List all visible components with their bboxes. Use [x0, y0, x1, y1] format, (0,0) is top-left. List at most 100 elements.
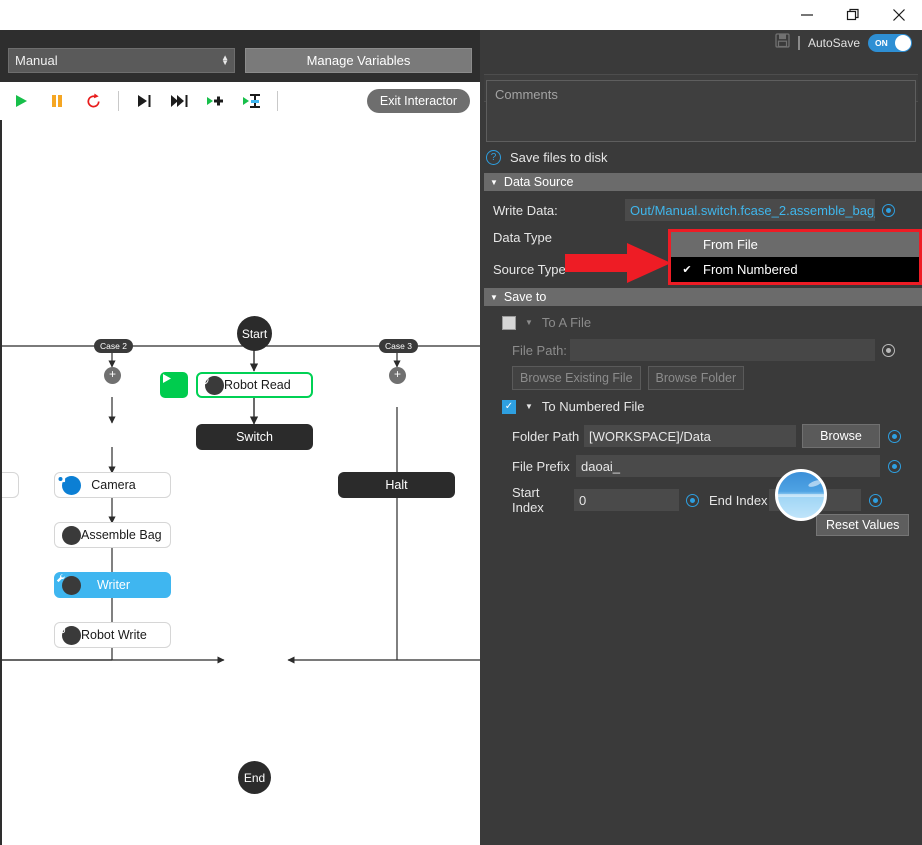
maximize-icon[interactable] [830, 0, 876, 30]
reset-values-button[interactable]: Reset Values [816, 514, 910, 536]
exit-interactor-button[interactable]: Exit Interactor [366, 89, 470, 113]
case-label-3: Case 3 [379, 339, 418, 353]
step-out-icon[interactable] [241, 90, 263, 112]
graph-node-writer-label: Writer [96, 578, 131, 592]
toolbar-divider [118, 91, 119, 111]
step-fast-icon[interactable] [169, 90, 191, 112]
start-index-target-icon[interactable] [686, 493, 699, 507]
run-node-badge[interactable] [160, 372, 188, 398]
graph-node-assemble-bag-label: Assemble Bag [81, 528, 162, 542]
chevron-down-icon: ▼ [490, 177, 498, 187]
graph-node-camera-label: Camera [91, 478, 136, 492]
source-type-dropdown-menu[interactable]: From File ✔ From Numbered [668, 229, 922, 285]
folder-path-input[interactable]: [WORKSPACE]/Data [584, 425, 796, 447]
graph-node-camera[interactable]: Camera [54, 472, 171, 498]
graph-node-start[interactable]: Start [237, 316, 272, 351]
case-label-2: Case 2 [94, 339, 133, 353]
folder-path-row: Folder Path [WORKSPACE]/Data Browse [512, 424, 917, 448]
end-index-target-icon[interactable] [869, 493, 882, 507]
reset-loop-icon[interactable] [82, 90, 104, 112]
data-type-row: Data Type [493, 230, 552, 245]
end-index-label: End Index [709, 492, 768, 508]
to-numbered-file-label: To Numbered File [541, 399, 645, 414]
annotation-arrow-icon [565, 243, 671, 283]
mode-toolbar: Manual ▲ ▼ Manage Variables [0, 44, 480, 76]
mode-select-value: Manual [15, 52, 58, 68]
spinner-arrows-icon: ▲ ▼ [221, 53, 230, 67]
to-numbered-file-row: ✓ ▼ To Numbered File [502, 399, 645, 414]
graph-node-partial-label: e [2, 478, 18, 492]
start-index-label: Start Index [512, 485, 544, 515]
section-header-data-source[interactable]: ▼ Data Source [484, 173, 922, 191]
manage-variables-button[interactable]: Manage Variables [245, 47, 472, 73]
graph-node-end-label: End [243, 770, 266, 785]
mode-select[interactable]: Manual ▲ ▼ [8, 47, 236, 73]
browse-existing-file-button[interactable]: Browse Existing File [512, 366, 641, 390]
source-type-label: Source Type [493, 262, 566, 277]
data-type-label: Data Type [493, 230, 553, 245]
section-header-save-to[interactable]: ▼ Save to [484, 288, 922, 306]
write-data-target-icon[interactable] [882, 203, 895, 217]
dropdown-item-from-numbered[interactable]: ✔ From Numbered [671, 257, 919, 282]
autosave-toggle-knob [895, 35, 911, 51]
graph-node-assemble-bag[interactable]: Assemble Bag [54, 522, 171, 548]
autosave-toggle[interactable]: ON [868, 34, 912, 52]
to-a-file-row: ▼ To A File [502, 315, 591, 330]
graph-node-start-label: Start [241, 326, 268, 341]
file-prefix-row: File Prefix daoai_ [512, 455, 917, 477]
play-icon[interactable] [10, 90, 32, 112]
graph-node-partial[interactable]: e [2, 472, 19, 498]
browse-buttons-row: Browse Existing File Browse Folder [512, 366, 745, 390]
folder-path-target-icon[interactable] [888, 429, 901, 443]
flow-graph-canvas[interactable]: Start Robot Read Switch Case 2 Case 3 + … [0, 120, 480, 845]
to-numbered-file-checkbox[interactable]: ✓ [502, 399, 516, 414]
file-path-row: File Path: [512, 339, 917, 361]
wrench-icon [56, 574, 81, 595]
floppy-disk-icon[interactable] [775, 33, 790, 53]
graph-node-robot-write-label: Robot Write [81, 628, 147, 642]
help-text: Save files to disk [510, 149, 608, 165]
graph-node-switch[interactable]: Switch [196, 424, 313, 450]
graph-node-robot-read[interactable]: Robot Read [196, 372, 313, 398]
section-header-save-to-label: Save to [503, 290, 547, 304]
to-a-file-checkbox[interactable] [502, 315, 516, 330]
chevron-down-icon: ▼ [490, 292, 498, 302]
graph-node-halt[interactable]: Halt [338, 472, 455, 498]
browse-button[interactable]: Browse [802, 424, 880, 448]
write-data-value[interactable]: Out/Manual.switch.fcase_2.assemble_bag_n [625, 199, 875, 221]
dropdown-item-from-file[interactable]: From File [671, 232, 919, 257]
add-node-button-case3[interactable]: + [389, 367, 406, 384]
comments-input[interactable]: Comments [486, 80, 916, 142]
file-path-target-icon[interactable] [882, 343, 895, 357]
to-a-file-label: To A File [541, 315, 592, 330]
autosave-toggle-state: ON [875, 38, 888, 48]
file-prefix-target-icon[interactable] [888, 459, 901, 473]
graph-node-end[interactable]: End [238, 761, 271, 794]
add-node-button-case2[interactable]: + [104, 367, 121, 384]
comments-placeholder: Comments [495, 87, 558, 102]
camera-icon [55, 474, 81, 495]
pause-icon[interactable] [46, 90, 68, 112]
toolbar-divider-2 [277, 91, 278, 111]
step-into-icon[interactable] [205, 90, 227, 112]
graph-node-robot-write[interactable]: Robot Write [54, 622, 171, 648]
folder-path-label: Folder Path [512, 428, 580, 444]
start-index-input[interactable]: 0 [574, 489, 679, 511]
run-toolbar: Exit Interactor [0, 82, 480, 120]
title-bar [0, 0, 922, 30]
file-path-input[interactable] [570, 339, 875, 361]
close-icon[interactable] [876, 0, 922, 30]
step-over-icon[interactable] [133, 90, 155, 112]
graph-node-writer[interactable]: Writer [54, 572, 171, 598]
minimize-icon[interactable] [784, 0, 830, 30]
autosave-bar: AutoSave ON [480, 30, 922, 56]
chevron-down-icon[interactable]: ▼ [525, 402, 533, 411]
autosave-label: AutoSave [807, 36, 860, 50]
question-circle-icon[interactable]: ? [486, 149, 501, 165]
file-prefix-input[interactable]: daoai_ [576, 455, 880, 477]
wrench-icon [56, 524, 81, 545]
chevron-down-icon[interactable]: ▼ [525, 318, 533, 327]
browse-folder-button[interactable]: Browse Folder [647, 366, 745, 390]
source-type-row: Source Type [493, 262, 566, 277]
cursor-horizon [778, 494, 824, 497]
